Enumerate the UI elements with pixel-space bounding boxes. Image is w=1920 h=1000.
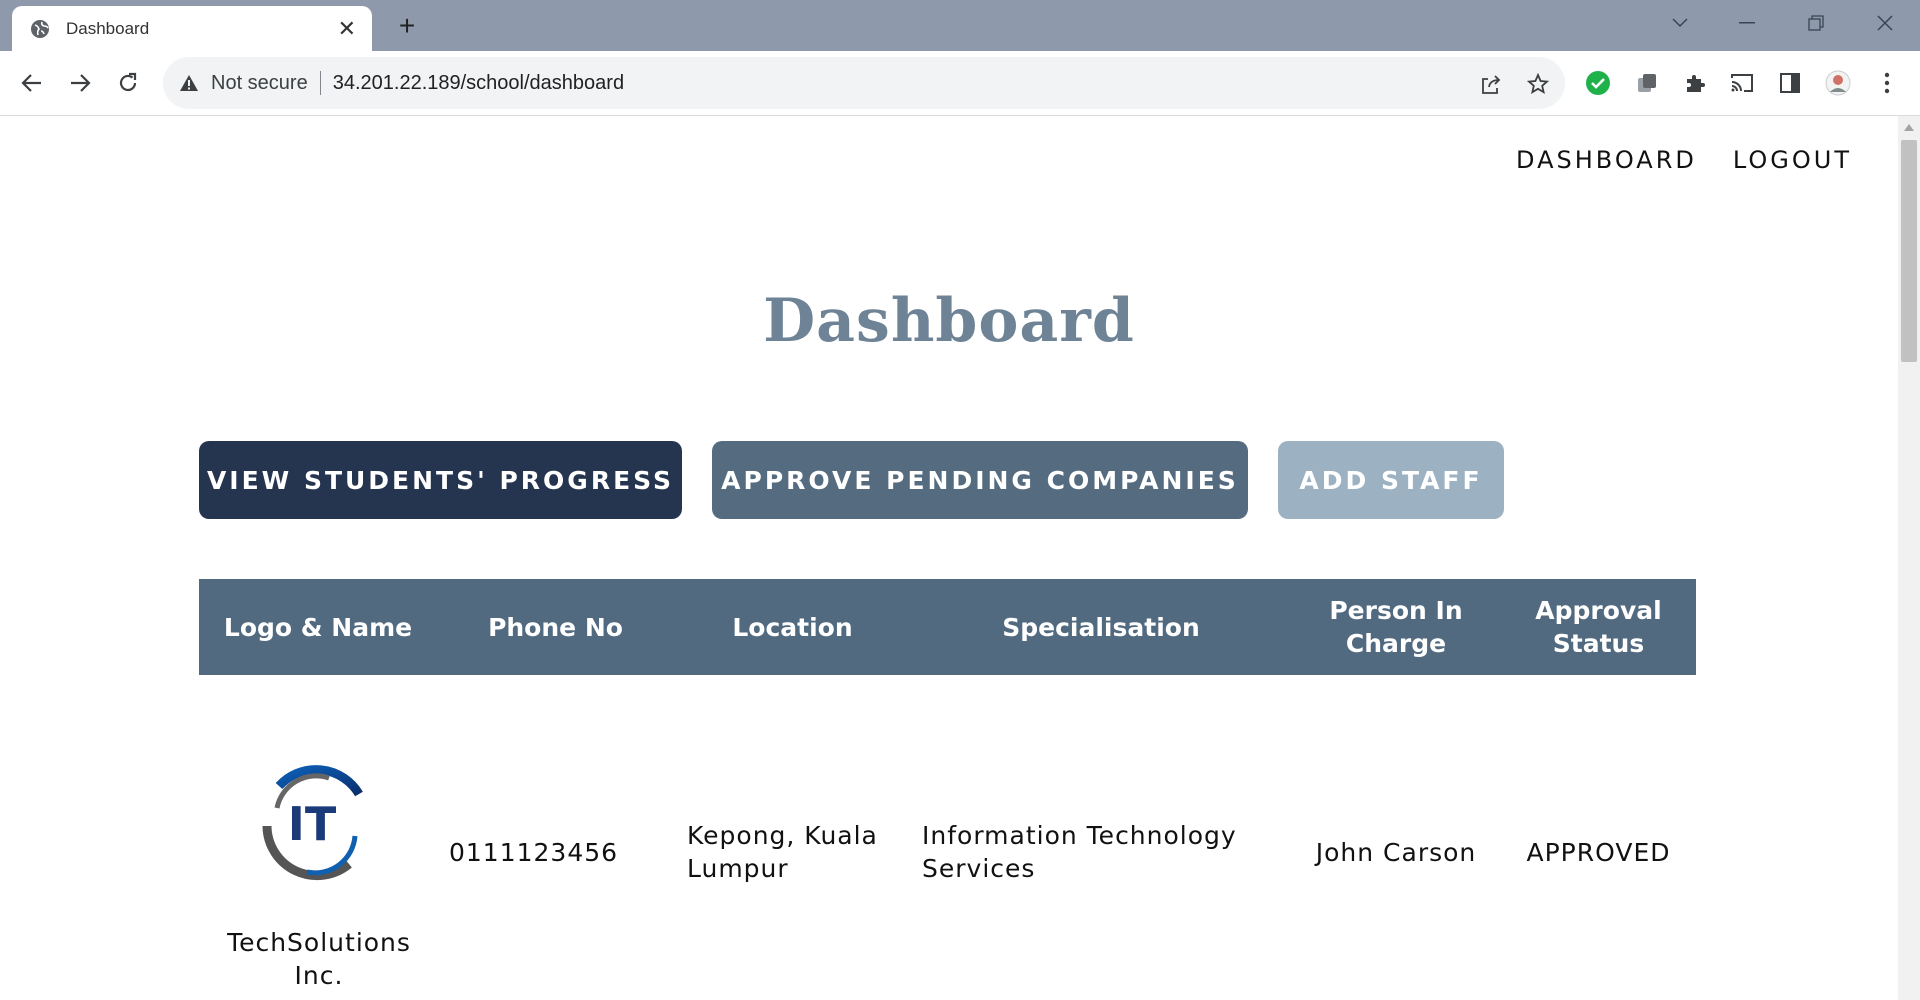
- top-navigation: DASHBOARD LOGOUT: [1516, 146, 1852, 174]
- column-header-specialisation: Specialisation: [1002, 612, 1200, 642]
- approve-pending-companies-button[interactable]: APPROVE PENDING COMPANIES: [712, 441, 1248, 519]
- profile-avatar-icon[interactable]: [1823, 68, 1853, 98]
- reload-icon[interactable]: [112, 67, 144, 99]
- forward-arrow-icon[interactable]: [64, 67, 96, 99]
- company-name: TechSolutions Inc.: [227, 928, 411, 990]
- bookmark-star-icon[interactable]: [1523, 69, 1553, 99]
- nav-logout-link[interactable]: LOGOUT: [1733, 146, 1852, 174]
- specialisation: Information Technology Services: [922, 821, 1237, 883]
- company-logo: IT: [259, 756, 369, 886]
- browser-menu-icon[interactable]: [1872, 68, 1902, 98]
- extension-check-icon[interactable]: [1583, 68, 1613, 98]
- browser-tab-strip: Dashboard ✕ +: [0, 0, 1920, 51]
- warning-icon[interactable]: [179, 74, 199, 92]
- table-header-row: Logo & Name Phone No Location Specialisa…: [199, 579, 1696, 675]
- scroll-up-arrow-icon[interactable]: [1904, 124, 1914, 131]
- approval-status: APPROVED: [1526, 838, 1671, 867]
- column-header-person-in-charge: Person In Charge: [1329, 596, 1463, 658]
- add-staff-button[interactable]: ADD STAFF: [1278, 441, 1504, 519]
- page-scrollbar[interactable]: [1898, 116, 1920, 1000]
- person-in-charge: John Carson: [1315, 838, 1477, 867]
- column-header-location: Location: [732, 612, 853, 642]
- back-arrow-icon[interactable]: [16, 67, 48, 99]
- page-title: Dashboard: [763, 286, 1135, 356]
- scrollbar-thumb[interactable]: [1901, 140, 1917, 362]
- tab-close-icon[interactable]: ✕: [338, 17, 356, 40]
- minimize-icon[interactable]: [1727, 8, 1767, 38]
- share-icon[interactable]: [1476, 69, 1506, 99]
- new-tab-button[interactable]: +: [392, 10, 422, 41]
- address-bar[interactable]: Not secure 34.201.22.189/school/dashboar…: [163, 57, 1565, 109]
- tab-search-icon[interactable]: [1660, 8, 1700, 38]
- tab-title: Dashboard: [66, 18, 150, 38]
- browser-toolbar: Not secure 34.201.22.189/school/dashboar…: [0, 51, 1920, 116]
- browser-tab[interactable]: Dashboard ✕: [12, 6, 372, 51]
- address-separator: [319, 71, 321, 95]
- globe-icon: [30, 19, 50, 39]
- cast-icon[interactable]: [1727, 68, 1757, 98]
- url-text[interactable]: 34.201.22.189/school/dashboard: [333, 72, 624, 95]
- restore-icon[interactable]: [1796, 8, 1836, 38]
- nav-dashboard-link[interactable]: DASHBOARD: [1516, 146, 1697, 174]
- logo-letters: IT: [288, 797, 337, 851]
- window-close-icon[interactable]: [1865, 8, 1905, 38]
- extension-copy-icon[interactable]: [1632, 68, 1662, 98]
- security-label[interactable]: Not secure: [211, 72, 308, 95]
- location: Kepong, Kuala Lumpur: [687, 821, 878, 883]
- phone-number: 0111123456: [449, 838, 619, 867]
- column-header-phone: Phone No: [488, 612, 623, 642]
- side-panel-icon[interactable]: [1775, 68, 1805, 98]
- view-students-progress-button[interactable]: VIEW STUDENTS' PROGRESS: [199, 441, 682, 519]
- table-row: IT TechSolutions Inc. 0111123456 Kepong,…: [199, 736, 1696, 1000]
- column-header-logo-name: Logo & Name: [223, 612, 413, 642]
- page-viewport: DASHBOARD LOGOUT Dashboard VIEW STUDENTS…: [0, 116, 1898, 1000]
- column-header-approval-status: Approval Status: [1535, 596, 1662, 658]
- puzzle-extensions-icon[interactable]: [1680, 68, 1710, 98]
